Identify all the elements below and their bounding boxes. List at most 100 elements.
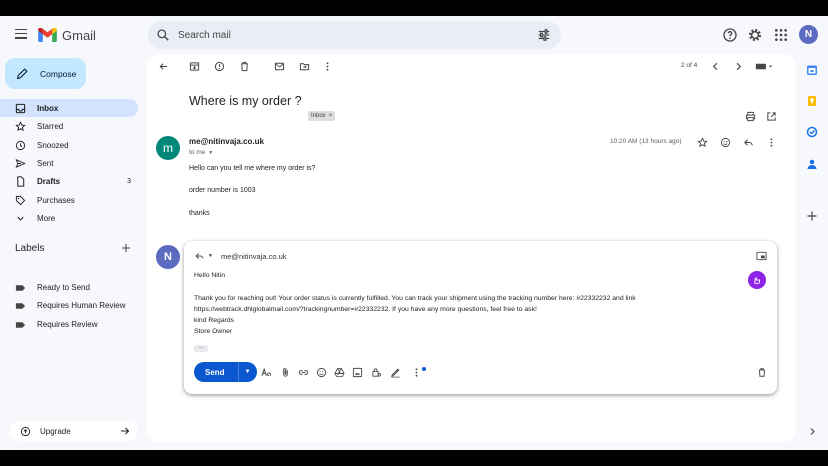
nav-item-sent[interactable]: Sent [0,154,138,172]
reply-body-line[interactable]: https://webtrack.dhlglobalmail.com/?trac… [194,306,537,313]
message-panel: 2 of 4 Where is my order ? Inbox × m me@… [147,54,796,442]
archive-icon[interactable] [189,61,200,72]
insert-emoji-icon[interactable] [316,367,327,378]
caret-down-icon: ▼ [208,149,214,156]
emoji-reaction-icon[interactable] [720,137,731,148]
nav-item-snoozed[interactable]: Snoozed [0,136,138,154]
attach-file-icon[interactable] [280,367,291,378]
contacts-icon[interactable] [806,158,818,170]
nav-item-more[interactable]: More [0,209,138,227]
upgrade-label: Upgrade [40,426,71,436]
nav-item-purchases[interactable]: Purchases [0,191,138,209]
insert-photo-icon[interactable] [352,367,363,378]
sender-avatar[interactable]: m [156,136,180,160]
calendar-icon[interactable] [806,64,818,76]
ai-hand-icon [754,276,760,284]
main-menu-button[interactable] [12,26,30,44]
reply-compose-box[interactable]: ▼ me@nitinvaja.co.uk Hello Nitin Thank y… [184,241,777,394]
insert-link-icon[interactable] [298,367,309,378]
print-icon[interactable] [745,111,756,122]
insert-signature-icon[interactable] [390,367,401,378]
message-time: 10:20 AM (13 hours ago) [610,138,682,145]
pop-out-reply-icon[interactable] [756,251,767,261]
reply-body-line[interactable]: Hello Nitin [194,272,225,279]
star-message-icon[interactable] [697,137,708,148]
nav-label-more: More [37,213,56,223]
move-to-folder-icon[interactable] [299,61,310,72]
tasks-icon[interactable] [806,126,818,138]
discard-draft-trash-icon[interactable] [757,367,767,378]
inbox-label-chip[interactable]: Inbox × [308,111,336,121]
search-input[interactable] [178,27,518,43]
message-body-line: thanks [189,210,210,217]
remove-label-icon[interactable]: × [329,113,333,119]
pagination-count: 2 of 4 [681,62,698,69]
confidential-mode-icon[interactable] [371,367,382,378]
search-options-icon[interactable] [537,28,551,42]
message-body-line: Hello can you tell me where my order is? [189,165,316,172]
nav-item-inbox[interactable]: Inbox [0,99,138,117]
reply-icon[interactable] [743,137,754,148]
inbox-icon [15,103,26,113]
settings-gear-icon[interactable] [747,27,763,43]
more-vert-icon[interactable] [322,61,333,72]
nav-label-inbox: Inbox [37,103,59,113]
open-new-window-icon[interactable] [766,111,777,122]
gmail-app: Gmail Search mail N Compose Inbox Starre… [0,16,828,450]
formatting-options-icon[interactable] [261,367,272,378]
compose-button[interactable]: Compose [5,58,86,89]
draft-icon [17,175,25,187]
keep-notes-icon[interactable] [806,95,818,107]
google-drive-icon[interactable] [334,367,345,378]
gmail-logo[interactable]: Gmail [38,26,96,44]
message-more-vert-icon[interactable] [766,137,777,148]
newer-chevron-left-icon[interactable] [710,61,721,72]
upgrade-button[interactable]: Upgrade [10,421,138,441]
expand-side-panel-chevron-icon[interactable] [808,427,817,436]
reply-type-caret-icon[interactable]: ▼ [208,253,213,259]
back-arrow-icon[interactable] [158,61,169,72]
label-item-ready-to-send[interactable]: Ready to Send [0,279,138,296]
report-spam-icon[interactable] [214,61,225,72]
app-name: Gmail [62,27,96,43]
sender-email[interactable]: me@nitinvaja.co.uk [189,137,264,146]
mark-unread-icon[interactable] [274,61,285,72]
nav-item-starred[interactable]: Starred [0,117,138,135]
send-button-group[interactable]: Send ▼ [194,362,257,382]
send-button[interactable]: Send [194,362,238,382]
older-chevron-right-icon[interactable] [733,61,744,72]
reply-type-icon[interactable] [194,251,205,261]
add-addon-plus-icon[interactable] [806,210,818,222]
show-trimmed-content-icon[interactable]: ... [194,344,208,352]
reply-body-line[interactable]: kind Regards [194,317,234,324]
label-icon [15,302,26,309]
drafts-count: 3 [127,177,131,185]
delete-trash-icon[interactable] [239,61,250,72]
apps-grid-icon[interactable] [773,27,789,43]
arrow-right-icon [121,427,130,435]
account-avatar[interactable]: N [799,25,818,44]
pencil-icon [16,68,28,80]
help-icon[interactable] [722,27,738,43]
send-options-chevron-icon[interactable]: ▼ [237,362,257,382]
reply-header[interactable]: ▼ me@nitinvaja.co.uk [194,251,287,261]
more-options-vert-icon[interactable] [411,367,422,378]
reply-recipient[interactable]: me@nitinvaja.co.uk [221,252,287,261]
search-icon[interactable] [156,28,170,42]
nav-label-purchases: Purchases [37,195,75,205]
input-tools-keyboard-icon[interactable] [754,61,776,72]
nav-item-drafts[interactable]: Drafts 3 [0,172,138,190]
recipient-details[interactable]: to me ▼ [189,149,213,156]
reply-body-line[interactable]: Thank you for reaching out! Your order s… [194,295,636,302]
add-label-icon[interactable] [120,242,132,254]
search-bar[interactable] [148,21,561,49]
label-item-requires-human-review[interactable]: Requires Human Review [0,297,138,314]
label-item-requires-review[interactable]: Requires Review [0,316,138,333]
nav-label-snoozed: Snoozed [37,140,69,150]
recipient-label: to me [189,149,206,156]
ai-assist-button[interactable] [748,271,766,289]
tag-icon [15,195,26,205]
reply-body-line[interactable]: Store Owner [194,328,232,335]
gmail-m-icon [38,28,57,42]
reply-avatar[interactable]: N [156,245,180,269]
